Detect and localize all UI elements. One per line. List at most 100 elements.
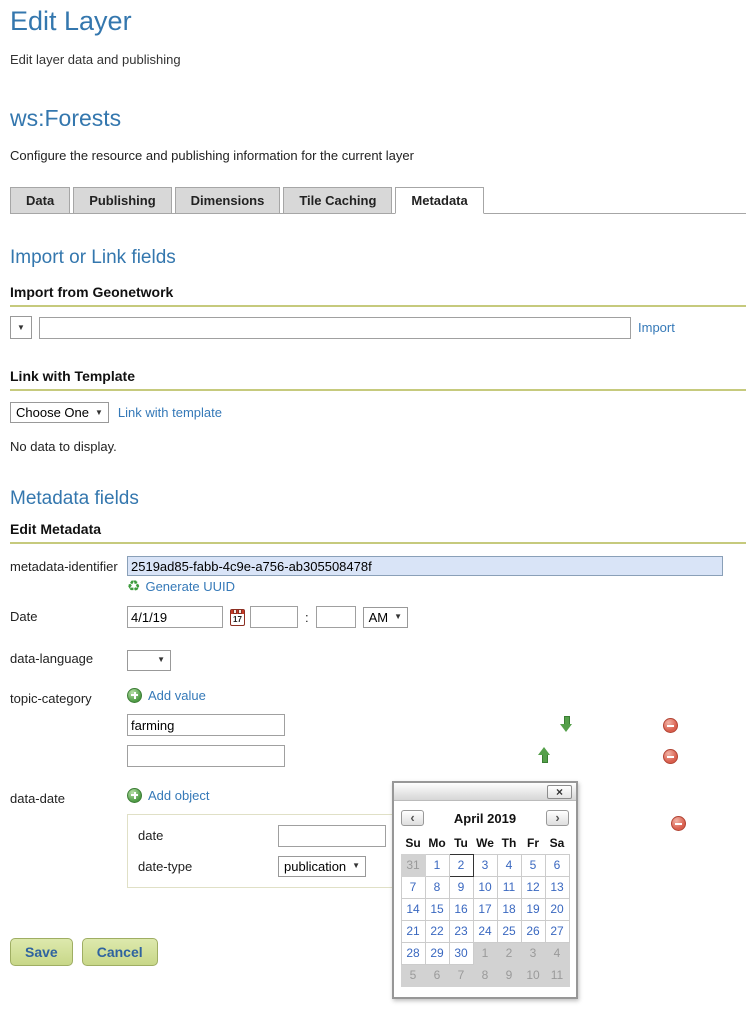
topic-category-value-input[interactable] [127,745,285,767]
add-value-link[interactable]: Add value [148,688,206,703]
calendar-day-cell[interactable]: 21 [401,920,425,942]
generate-uuid-icon: ♻ [127,579,140,594]
data-language-select[interactable]: ▼ [127,650,171,671]
calendar-day-cell[interactable]: 19 [521,898,545,920]
generate-uuid-link[interactable]: Generate UUID [145,579,235,594]
generate-uuid-button[interactable]: ♻ Generate UUID [127,579,746,594]
tab-metadata[interactable]: Metadata [395,187,483,214]
page-subtitle: Edit layer data and publishing [10,52,746,67]
calendar-day-cell[interactable]: 1 [425,854,449,876]
calendar-day-cell[interactable]: 26 [521,920,545,942]
add-value-button[interactable]: Add value [127,688,206,703]
calendar-day-cell[interactable]: 28 [401,942,425,964]
calendar-day-cell[interactable]: 24 [473,920,497,942]
calendar-close-button[interactable]: × [547,785,572,799]
geonetwork-heading: Import from Geonetwork [10,284,746,307]
calendar-day-cell[interactable]: 14 [401,898,425,920]
link-with-template-heading: Link with Template [10,368,746,391]
page-title: Edit Layer [10,6,746,37]
calendar-day-cell[interactable]: 20 [545,898,569,920]
calendar-day-cell[interactable]: 17 [473,898,497,920]
tab-tile-caching[interactable]: Tile Caching [283,187,392,213]
import-link[interactable]: Import [638,320,675,335]
calendar-day-cell[interactable]: 2 [449,854,473,876]
ampm-select-value: AM [369,610,389,625]
date-input[interactable] [127,606,223,628]
geonetwork-row: ▼ Import [10,316,746,339]
calendar-day-cell[interactable]: 4 [497,854,521,876]
tab-dimensions[interactable]: Dimensions [175,187,281,213]
calendar-day-cell: 3 [521,942,545,964]
calendar-day-cell[interactable]: 3 [473,854,497,876]
tab-bar: DataPublishingDimensionsTile CachingMeta… [10,187,746,214]
tab-publishing[interactable]: Publishing [73,187,171,213]
calendar-day-header: We [473,832,497,854]
edit-metadata-heading: Edit Metadata [10,521,746,544]
calendar-day-cell: 2 [497,942,521,964]
remove-object-icon[interactable] [671,816,686,831]
calendar-day-cell[interactable]: 22 [425,920,449,942]
calendar-day-cell[interactable]: 23 [449,920,473,942]
ampm-select[interactable]: AM ▼ [363,607,408,628]
calendar-day-cell[interactable]: 11 [497,876,521,898]
calendar-day-cell[interactable]: 6 [545,854,569,876]
data-date-date-input[interactable] [278,825,386,847]
remove-value-icon[interactable] [663,718,678,733]
calendar-day-cell[interactable]: 7 [401,876,425,898]
calendar-day-cell[interactable]: 13 [545,876,569,898]
calendar-day-cell[interactable]: 9 [449,876,473,898]
template-select-value: Choose One [16,405,89,420]
metadata-identifier-input[interactable] [127,556,723,576]
date-minutes-input[interactable] [316,606,356,628]
template-select[interactable]: Choose One ▼ [10,402,109,423]
dropdown-arrow-icon: ▼ [394,613,402,621]
geonetwork-uuid-input[interactable] [39,317,631,339]
calendar-day-cell[interactable]: 18 [497,898,521,920]
calendar-day-cell[interactable]: 27 [545,920,569,942]
calendar-day-cell[interactable]: 15 [425,898,449,920]
calendar-day-cell[interactable]: 29 [425,942,449,964]
calendar-next-month-button[interactable]: › [546,810,569,826]
field-label-data-language: data-language [10,648,127,671]
move-down-icon[interactable] [560,716,573,732]
calendar-grid: 3112345678910111213141516171819202122232… [401,854,569,986]
calendar-day-cell: 1 [473,942,497,964]
tab-data[interactable]: Data [10,187,70,213]
link-with-template-link[interactable]: Link with template [118,405,222,420]
calendar-day-cell: 9 [497,964,521,986]
calendar-day-cell[interactable]: 8 [425,876,449,898]
calendar-prev-month-button[interactable]: ‹ [401,810,424,826]
calendar-day-cell[interactable]: 16 [449,898,473,920]
import-or-link-heading: Import or Link fields [10,247,746,269]
calendar-day-cell: 11 [545,964,569,986]
calendar-icon[interactable]: 17 [230,609,245,626]
calendar-day-cell[interactable]: 10 [473,876,497,898]
save-button[interactable]: Save [10,938,73,966]
remove-value-icon[interactable] [663,749,678,764]
calendar-day-cell: 8 [473,964,497,986]
dropdown-arrow-icon: ▼ [157,656,165,664]
calendar-day-cell: 5 [401,964,425,986]
date-type-select[interactable]: publication ▼ [278,856,366,877]
add-object-link[interactable]: Add object [148,788,209,803]
calendar-day-cell[interactable]: 25 [497,920,521,942]
date-hours-input[interactable] [250,606,298,628]
calendar-week-row: 14151617181920 [401,898,569,920]
calendar-day-cell: 7 [449,964,473,986]
cancel-button[interactable]: Cancel [82,938,158,966]
calendar-day-cell[interactable]: 5 [521,854,545,876]
field-label-date: Date [10,606,127,628]
calendar-table: SuMoTuWeThFrSa 3112345678910111213141516… [401,832,570,987]
calendar-day-cell[interactable]: 12 [521,876,545,898]
calendar-week-row: 2829301234 [401,942,569,964]
add-icon [127,788,142,803]
dropdown-arrow-icon: ▼ [352,862,360,870]
calendar-day-cell: 31 [401,854,425,876]
move-up-icon[interactable] [538,747,551,763]
metadata-identifier-row: metadata-identifier ♻ Generate UUID [10,556,746,594]
move-down-slot [555,716,577,735]
topic-category-value-input[interactable] [127,714,285,736]
geonetwork-source-select[interactable]: ▼ [10,316,32,339]
add-object-button[interactable]: Add object [127,788,209,803]
calendar-day-cell[interactable]: 30 [449,942,473,964]
